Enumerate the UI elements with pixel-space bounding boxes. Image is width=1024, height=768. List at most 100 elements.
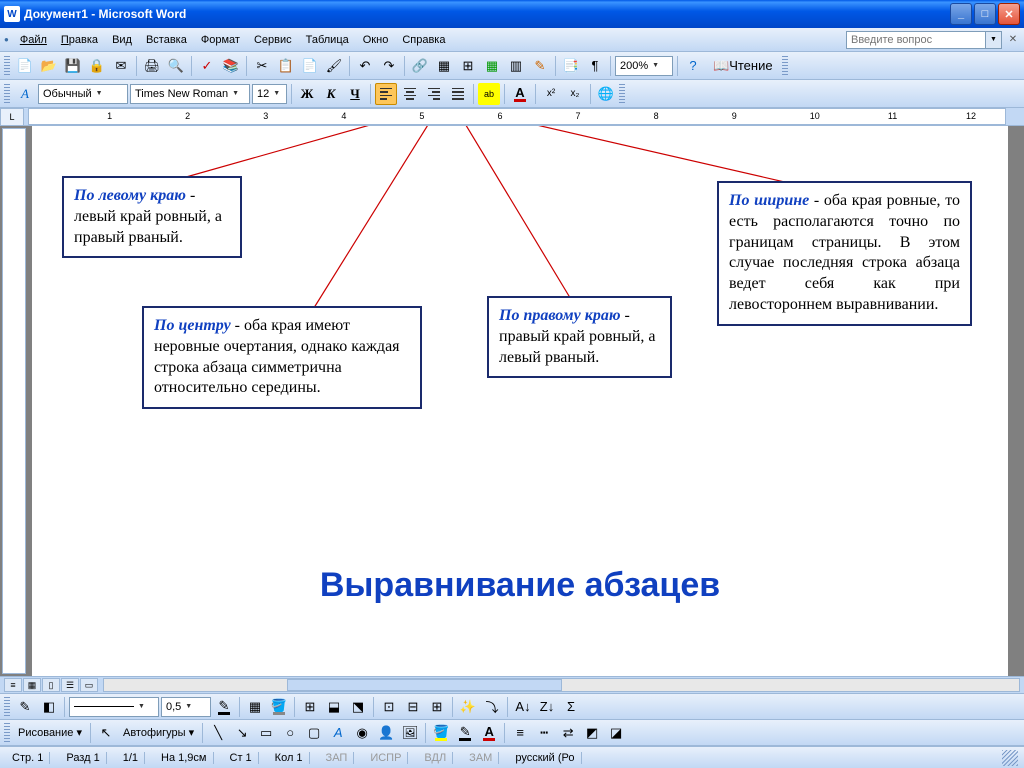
grip-icon[interactable] xyxy=(782,56,788,76)
cut-button[interactable]: ✂ xyxy=(251,55,273,77)
oval-button[interactable]: ○ xyxy=(279,722,301,744)
columns-button[interactable]: ▥ xyxy=(505,55,527,77)
horizontal-ruler[interactable]: 12 34 56 78 910 1112 xyxy=(28,108,1006,125)
menu-edit[interactable]: Правка xyxy=(54,31,105,49)
arrow-button[interactable]: ↘ xyxy=(231,722,253,744)
shadow-button[interactable]: ◩ xyxy=(581,722,603,744)
status-trk[interactable]: ИСПР xyxy=(364,752,408,764)
superscript-button[interactable]: x² xyxy=(540,83,562,105)
vertical-ruler[interactable] xyxy=(2,128,26,674)
line-color-button[interactable]: ✎ xyxy=(454,722,476,744)
print-button[interactable]: 🖨 xyxy=(141,55,163,77)
document-page[interactable]: По левому краю - левый край ровный, а пр… xyxy=(32,126,1008,676)
sort-desc-button[interactable]: Z↓ xyxy=(536,696,558,718)
line-button[interactable]: ╲ xyxy=(207,722,229,744)
grip-icon[interactable] xyxy=(4,697,10,717)
new-doc-button[interactable]: 📄 xyxy=(14,55,36,77)
align-right-button[interactable] xyxy=(423,83,445,105)
format-painter-button[interactable]: 🖌 xyxy=(323,55,345,77)
size-combo[interactable]: 12▼ xyxy=(252,84,287,104)
align-cells-button[interactable]: ⊡ xyxy=(378,696,400,718)
reading-view-button[interactable]: ▭ xyxy=(80,678,98,692)
excel-button[interactable]: ▦ xyxy=(481,55,503,77)
zoom-combo[interactable]: 200%▼ xyxy=(615,56,673,76)
permission-button[interactable]: 🔒 xyxy=(86,55,108,77)
distribute-cols-button[interactable]: ⊞ xyxy=(426,696,448,718)
highlight-button[interactable]: ab xyxy=(478,83,500,105)
web-view-button[interactable]: ▦ xyxy=(23,678,41,692)
autoformat-button[interactable]: ✨ xyxy=(457,696,479,718)
tables-borders-button[interactable]: ▦ xyxy=(433,55,455,77)
autoshapes-menu[interactable]: Автофигуры ▾ xyxy=(119,726,198,739)
mail-button[interactable]: ✉ xyxy=(110,55,132,77)
size-grip-icon[interactable] xyxy=(1002,750,1018,766)
drawing-button[interactable]: ✎ xyxy=(529,55,551,77)
split-cells-button[interactable]: ⬔ xyxy=(347,696,369,718)
styles-pane-button[interactable]: A xyxy=(14,83,36,105)
redo-button[interactable]: ↷ xyxy=(378,55,400,77)
merge-cells-button[interactable]: ⬓ xyxy=(323,696,345,718)
research-button[interactable]: 📚 xyxy=(220,55,242,77)
arrow-style-button[interactable]: ⇄ xyxy=(557,722,579,744)
spell-button[interactable]: ✓ xyxy=(196,55,218,77)
align-left-button[interactable] xyxy=(375,83,397,105)
text-direction-button[interactable]: ⤵ xyxy=(481,696,503,718)
textbox-button[interactable]: ▢ xyxy=(303,722,325,744)
rectangle-button[interactable]: ▭ xyxy=(255,722,277,744)
diagram-button[interactable]: ◉ xyxy=(351,722,373,744)
doc-map-button[interactable]: 📑 xyxy=(560,55,582,77)
borders-button[interactable]: ▦ xyxy=(244,696,266,718)
style-combo[interactable]: Обычный▼ xyxy=(38,84,128,104)
3d-button[interactable]: ◪ xyxy=(605,722,627,744)
bold-button[interactable]: Ж xyxy=(296,83,318,105)
line-style-button[interactable]: ≡ xyxy=(509,722,531,744)
horizontal-scrollbar[interactable] xyxy=(103,678,1020,692)
close-button[interactable]: ✕ xyxy=(998,3,1020,25)
help-icon[interactable]: ? xyxy=(682,55,704,77)
help-dropdown-icon[interactable]: ▼ xyxy=(986,31,1002,49)
insert-table-button2[interactable]: ⊞ xyxy=(299,696,321,718)
eraser-button[interactable]: ◧ xyxy=(38,696,60,718)
menu-insert[interactable]: Вставка xyxy=(139,31,194,49)
menu-format[interactable]: Формат xyxy=(194,31,247,49)
print-layout-button[interactable]: ▯ xyxy=(42,678,60,692)
hyperlink-button[interactable]: 🔗 xyxy=(409,55,431,77)
font-color-button2[interactable]: A xyxy=(478,722,500,744)
draw-table-button[interactable]: ✎ xyxy=(14,696,36,718)
underline-button[interactable]: Ч xyxy=(344,83,366,105)
sort-asc-button[interactable]: A↓ xyxy=(512,696,534,718)
status-rec[interactable]: ЗАП xyxy=(320,752,355,764)
distribute-rows-button[interactable]: ⊟ xyxy=(402,696,424,718)
clipart-button[interactable]: 👤 xyxy=(375,722,397,744)
menu-help[interactable]: Справка xyxy=(395,31,452,49)
open-button[interactable]: 📂 xyxy=(38,55,60,77)
align-justify-button[interactable] xyxy=(447,83,469,105)
font-combo[interactable]: Times New Roman▼ xyxy=(130,84,250,104)
show-marks-button[interactable]: ¶ xyxy=(584,55,606,77)
menu-tools[interactable]: Сервис xyxy=(247,31,299,49)
outline-view-button[interactable]: ☰ xyxy=(61,678,79,692)
status-ovr[interactable]: ЗАМ xyxy=(463,752,499,764)
normal-view-button[interactable]: ≡ xyxy=(4,678,22,692)
status-lang[interactable]: русский (Ро xyxy=(509,752,581,764)
grip-icon[interactable] xyxy=(619,84,625,104)
picture-button[interactable]: 🖼 xyxy=(399,722,421,744)
border-color-button[interactable]: ✎ xyxy=(213,696,235,718)
grip-icon[interactable] xyxy=(4,56,10,76)
menu-table[interactable]: Таблица xyxy=(299,31,356,49)
font-color-button[interactable]: A xyxy=(509,83,531,105)
help-search-input[interactable] xyxy=(846,31,986,49)
drawing-menu[interactable]: Рисование ▾ xyxy=(14,726,86,739)
minimize-button[interactable]: _ xyxy=(950,3,972,25)
menu-view[interactable]: Вид xyxy=(105,31,139,49)
dash-style-button[interactable]: ┅ xyxy=(533,722,555,744)
menu-file[interactable]: Файл xyxy=(13,31,54,49)
shading-button[interactable]: 🪣 xyxy=(268,696,290,718)
menu-window[interactable]: Окно xyxy=(356,31,396,49)
grip-icon[interactable] xyxy=(4,723,10,743)
copy-button[interactable]: 📋 xyxy=(275,55,297,77)
align-center-button[interactable] xyxy=(399,83,421,105)
ruler-corner[interactable]: L xyxy=(0,108,24,126)
italic-button[interactable]: К xyxy=(320,83,342,105)
line-style-combo[interactable]: ▼ xyxy=(69,697,159,717)
